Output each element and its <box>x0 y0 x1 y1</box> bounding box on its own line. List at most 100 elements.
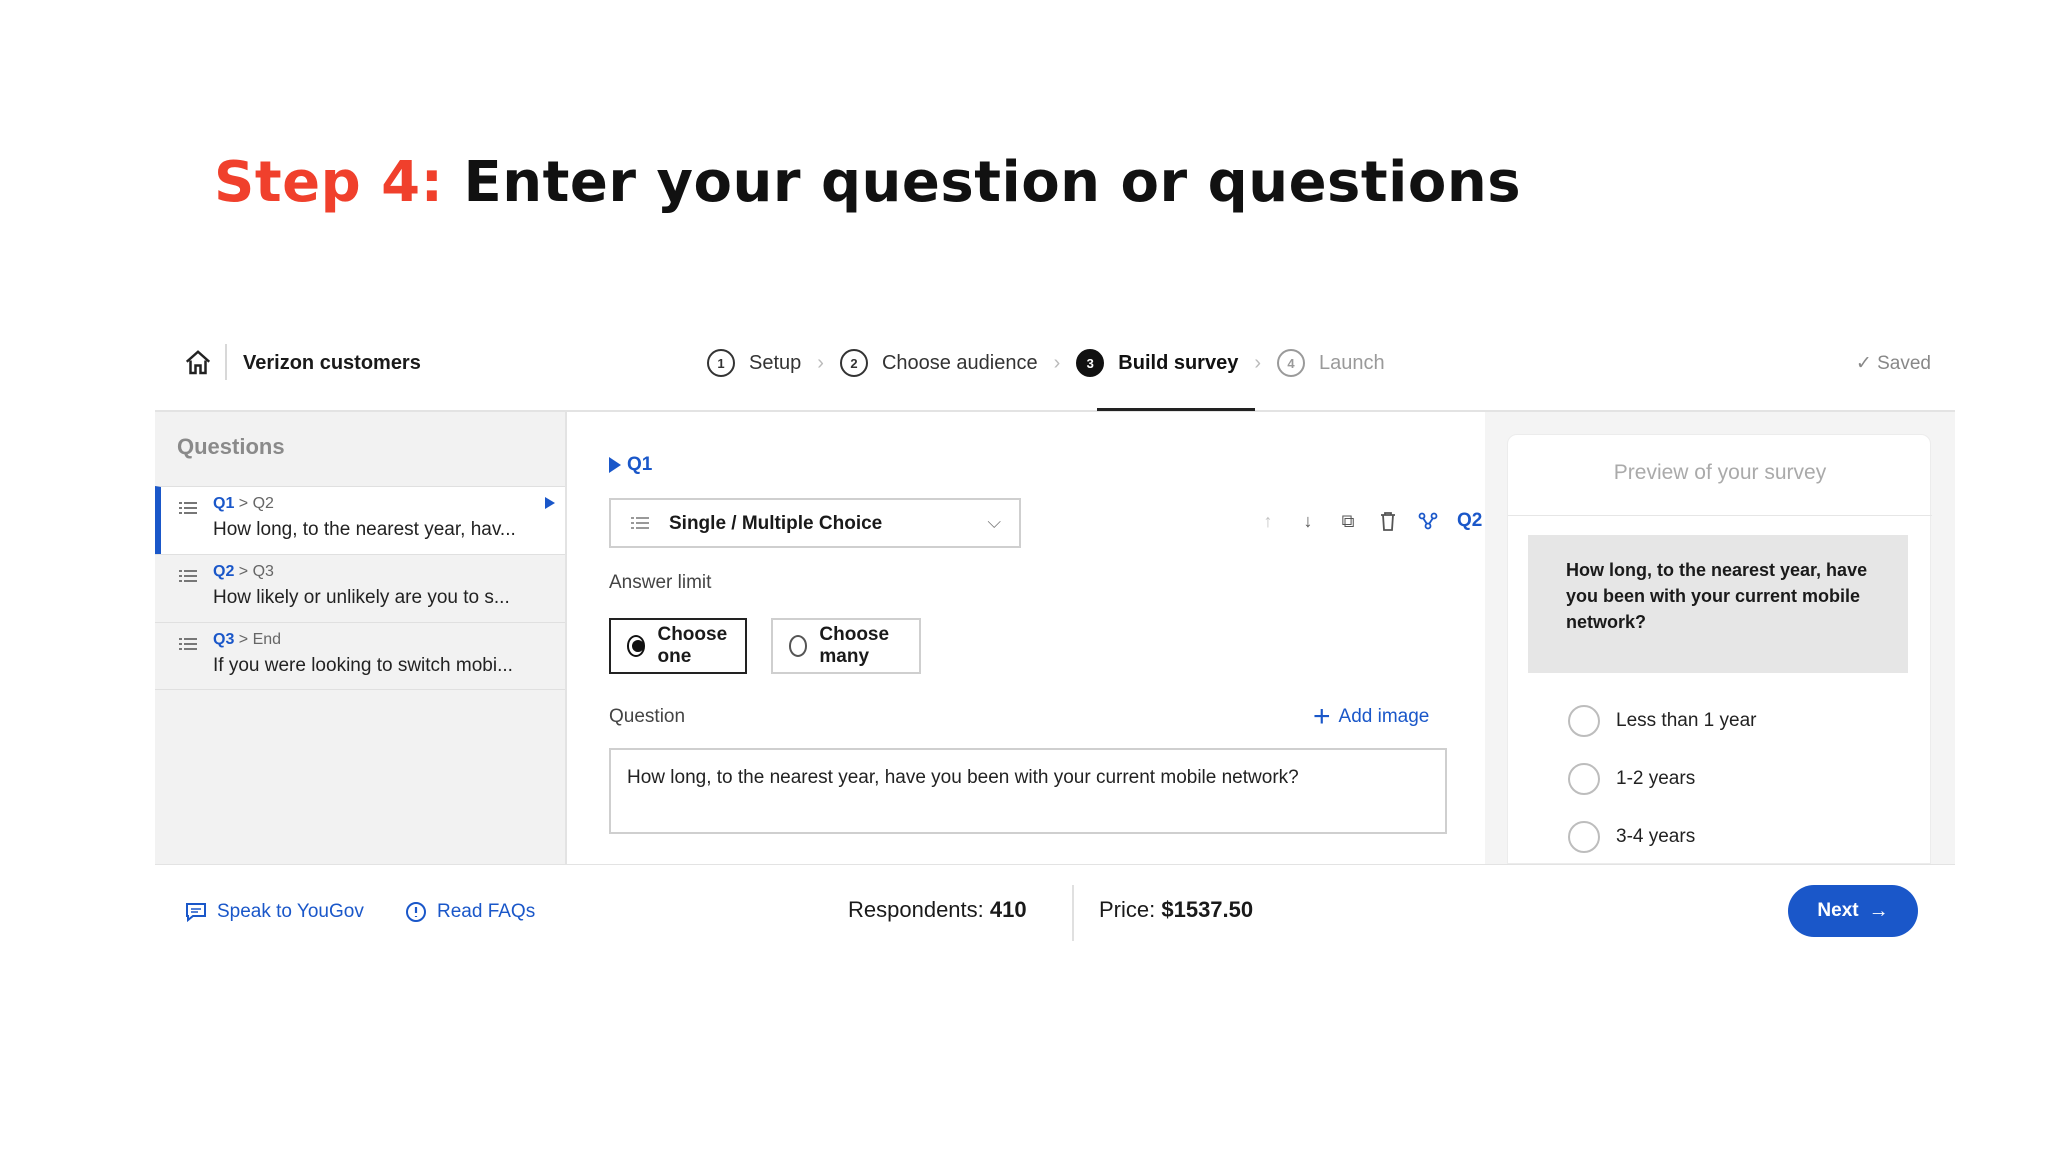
choose-many-option[interactable]: Choose many <box>771 618 921 674</box>
footer-bar: Speak to YouGov Read FAQs Respondents: 4… <box>155 864 1955 962</box>
chevron-right-icon: › <box>1053 351 1061 374</box>
speak-label: Speak to YouGov <box>217 901 364 922</box>
play-icon <box>609 457 621 473</box>
survey-preview-panel: Preview of your survey How long, to the … <box>1485 412 1955 864</box>
question-id: Q1 <box>627 454 653 475</box>
price-value: $1537.50 <box>1161 897 1254 922</box>
step-number: 4 <box>1277 349 1306 377</box>
question-text: If you were looking to switch mobi... <box>213 655 513 676</box>
divider <box>1508 515 1932 516</box>
plus-icon: + <box>1313 700 1331 733</box>
radio-unselected <box>789 635 808 657</box>
page-headline: Step 4: Enter your question or questions <box>214 150 1521 215</box>
radio-unselected <box>1568 705 1600 737</box>
divider <box>225 344 227 380</box>
question-list-item[interactable]: Q1 > Q2 How long, to the nearest year, h… <box>155 486 565 554</box>
next-button[interactable]: Next → <box>1788 885 1918 937</box>
step-choose-audience[interactable]: 2 Choose audience <box>839 349 1038 377</box>
duplicate-icon[interactable]: ⧉ <box>1337 510 1359 532</box>
step-build-survey[interactable]: 3 Build survey <box>1076 349 1238 377</box>
chat-icon <box>186 903 206 923</box>
faqs-label: Read FAQs <box>437 901 536 922</box>
preview-option[interactable]: 3-4 years <box>1568 821 1695 853</box>
home-icon[interactable] <box>183 348 213 378</box>
list-icon <box>179 502 197 514</box>
radio-unselected <box>1568 821 1600 853</box>
preview-option-label: 3-4 years <box>1616 826 1696 847</box>
move-down-icon[interactable]: ↓ <box>1297 510 1319 532</box>
headline-step: Step 4: <box>214 150 444 215</box>
question-ref: Q3 > End <box>213 631 281 649</box>
respondents-label: Respondents: <box>848 897 990 922</box>
question-ref: Q1 > Q2 <box>213 495 274 513</box>
option-label: Choose many <box>819 624 890 667</box>
step-label: Build survey <box>1118 351 1239 374</box>
step-number: 3 <box>1076 349 1105 377</box>
question-list-item[interactable]: Q2 > Q3 How likely or unlikely are you t… <box>155 554 565 622</box>
logic-branch-icon[interactable] <box>1417 510 1439 532</box>
question-editor: Q1 Single / Multiple Choice ⌵ ↑ ↓ ⧉ Q2 A… <box>567 412 1485 864</box>
next-question-link[interactable]: Q2 <box>1457 510 1482 532</box>
active-step-underline <box>1097 408 1255 411</box>
question-id: Q3 <box>213 631 235 648</box>
question-label: Question <box>609 706 686 727</box>
step-label: Choose audience <box>881 351 1038 374</box>
step-setup[interactable]: 1 Setup <box>707 349 801 377</box>
play-icon <box>545 497 555 509</box>
top-bar: Verizon customers 1 Setup › 2 Choose aud… <box>155 330 1955 412</box>
question-next: > Q3 <box>238 563 274 580</box>
saved-status: ✓ Saved <box>1855 353 1931 374</box>
list-icon <box>179 638 197 650</box>
question-list-item[interactable]: Q3 > End If you were looking to switch m… <box>155 622 565 690</box>
preview-option-label: Less than 1 year <box>1616 710 1757 731</box>
list-icon <box>179 570 197 582</box>
arrow-right-icon: → <box>1868 899 1889 922</box>
question-next: > End <box>238 631 282 648</box>
headline-text: Enter your question or questions <box>463 150 1522 215</box>
delete-icon[interactable] <box>1377 510 1399 532</box>
respondents-value: 410 <box>989 897 1027 922</box>
question-type-select[interactable]: Single / Multiple Choice ⌵ <box>609 498 1021 548</box>
step-label: Launch <box>1319 351 1385 374</box>
preview-card: Preview of your survey How long, to the … <box>1507 434 1932 864</box>
move-up-icon[interactable]: ↑ <box>1257 510 1279 532</box>
preview-option[interactable]: 1-2 years <box>1568 763 1695 795</box>
question-text-input[interactable]: How long, to the nearest year, have you … <box>609 748 1447 834</box>
project-name: Verizon customers <box>243 352 421 374</box>
question-heading[interactable]: Q1 <box>609 454 652 476</box>
speak-to-yougov-link[interactable]: Speak to YouGov <box>185 901 364 923</box>
step-number: 1 <box>707 349 735 377</box>
price-label: Price: <box>1099 897 1162 922</box>
divider <box>1072 885 1074 941</box>
chevron-right-icon: › <box>1254 351 1262 374</box>
preview-option-label: 1-2 years <box>1616 768 1696 789</box>
step-launch[interactable]: 4 Launch <box>1277 349 1385 377</box>
radio-selected <box>627 635 646 657</box>
question-toolbar: ↑ ↓ ⧉ Q2 <box>1257 510 1483 532</box>
add-image-label: Add image <box>1338 706 1430 727</box>
chevron-down-icon: ⌵ <box>987 512 1001 532</box>
answer-limit-label: Answer limit <box>609 572 712 593</box>
choose-one-option[interactable]: Choose one <box>609 618 747 674</box>
questions-sidebar: Questions Q1 > Q2 How long, to the neare… <box>155 412 567 864</box>
question-ref: Q2 > Q3 <box>213 563 274 581</box>
option-label: Choose one <box>657 624 728 667</box>
radio-unselected <box>1568 763 1600 795</box>
preview-option[interactable]: Less than 1 year <box>1568 705 1756 737</box>
next-label: Next <box>1817 900 1859 921</box>
question-id: Q1 <box>213 495 235 512</box>
add-image-button[interactable]: + Add image <box>1313 702 1429 732</box>
preview-title: Preview of your survey <box>1613 461 1827 484</box>
chevron-right-icon: › <box>817 351 824 374</box>
progress-steps: 1 Setup › 2 Choose audience › 3 Build su… <box>707 346 1385 380</box>
question-next: > Q2 <box>238 495 274 512</box>
list-icon <box>631 517 649 529</box>
step-label: Setup <box>749 351 802 374</box>
question-text: How long, to the nearest year, hav... <box>213 519 516 540</box>
read-faqs-link[interactable]: Read FAQs <box>405 901 535 923</box>
price-display: Price: $1537.50 <box>1099 897 1253 923</box>
question-type-value: Single / Multiple Choice <box>669 513 883 534</box>
survey-builder-app: Verizon customers 1 Setup › 2 Choose aud… <box>155 330 1955 962</box>
question-text: How likely or unlikely are you to s... <box>213 587 510 608</box>
respondents-count: Respondents: 410 <box>848 897 1027 923</box>
